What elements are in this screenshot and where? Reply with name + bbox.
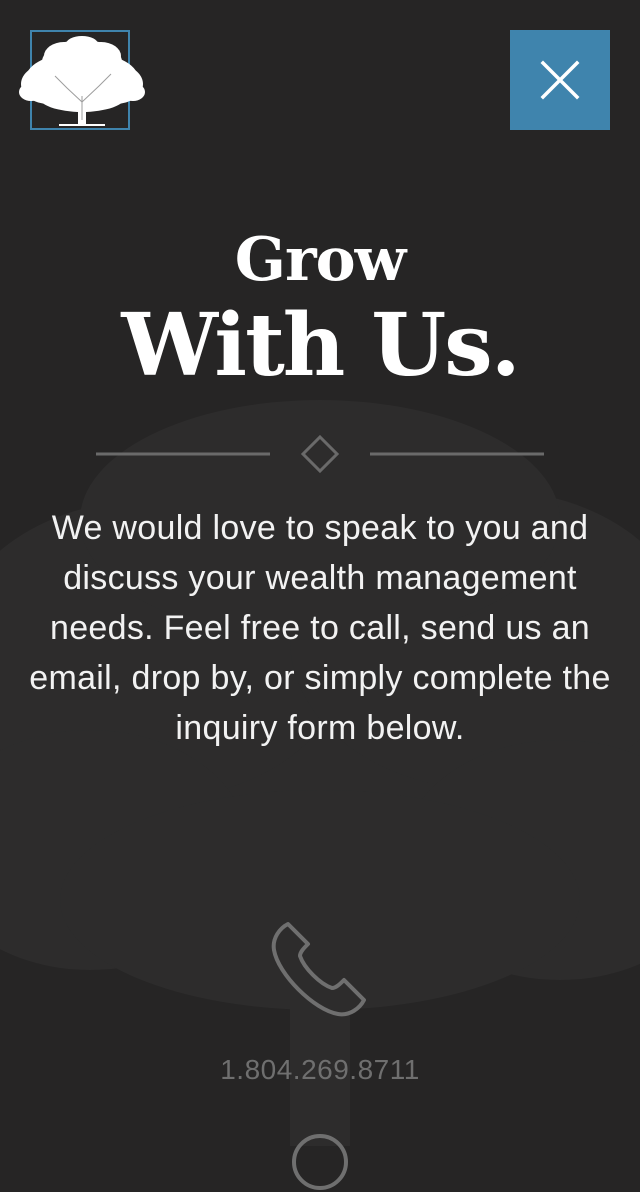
oak-tree-logo-icon xyxy=(19,36,145,126)
close-menu-button[interactable] xyxy=(510,30,610,130)
ornamental-divider xyxy=(96,434,544,474)
phone-number-link[interactable]: 1.804.269.8711 xyxy=(0,1050,640,1090)
close-x-icon xyxy=(540,60,580,100)
title-line-grow: Grow xyxy=(234,225,407,295)
title-line-with-us: With Us. xyxy=(121,295,520,396)
diamond-icon xyxy=(300,434,340,474)
intro-paragraph: We would love to speak to you and discus… xyxy=(29,509,611,747)
email-icon[interactable] xyxy=(290,1132,350,1192)
page-title: Grow With Us. xyxy=(0,222,640,394)
logo[interactable] xyxy=(19,30,145,130)
phone-icon[interactable] xyxy=(266,914,374,1022)
